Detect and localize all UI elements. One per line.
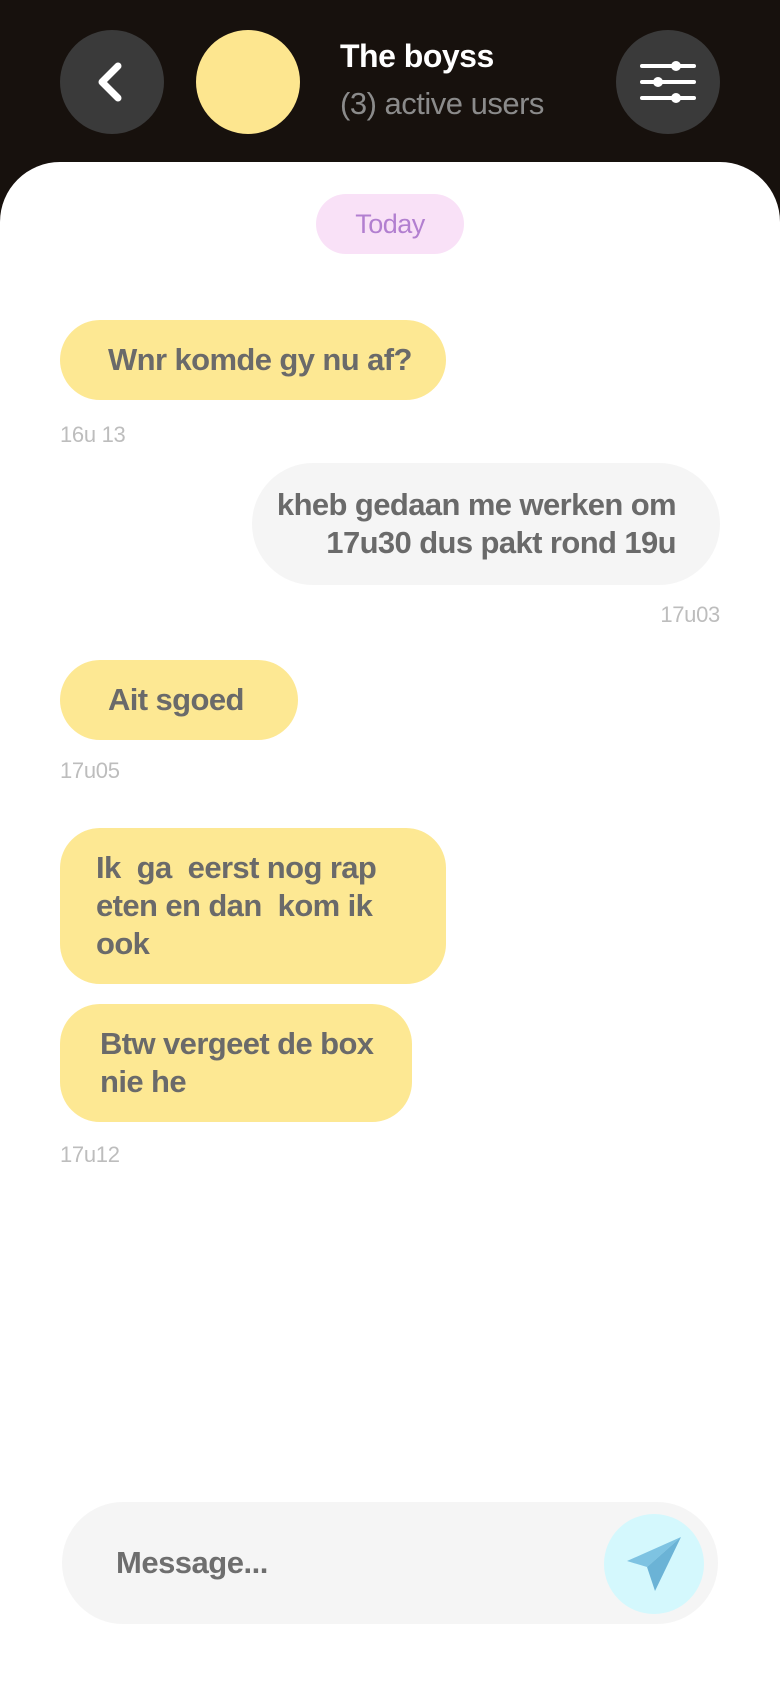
message-thread[interactable]: Today Wnr komde gy nu af? 16u 13 kheb ge… <box>0 162 780 1688</box>
message-text: Wnr komde gy nu af? <box>108 342 412 377</box>
group-avatar[interactable] <box>196 30 300 134</box>
message-bubble-outgoing[interactable]: kheb gedaan me werken om 17u30 dus pakt … <box>252 463 720 585</box>
message-timestamp: 16u 13 <box>60 422 126 447</box>
message-bubble-incoming[interactable]: Btw vergeet de box nie he <box>60 1004 412 1122</box>
active-users-count: (3) active users <box>340 86 544 121</box>
message-timestamp: 17u12 <box>60 1142 120 1167</box>
back-button[interactable] <box>60 30 164 134</box>
message-text: kheb gedaan me werken om 17u30 dus pakt … <box>276 487 677 560</box>
paper-plane-icon <box>627 1537 681 1591</box>
message-bubble-incoming[interactable]: Wnr komde gy nu af? <box>60 320 446 400</box>
sliders-icon <box>640 61 696 103</box>
message-text: Ait sgoed <box>108 682 244 717</box>
message-input[interactable] <box>116 1502 556 1624</box>
date-separator: Today <box>316 194 464 254</box>
group-name: The boyss <box>340 38 494 74</box>
chevron-left-icon <box>98 62 122 102</box>
chat-screen: The boyss (3) active users Today Wnr kom… <box>0 0 780 1688</box>
message-bubble-incoming[interactable]: Ait sgoed <box>60 660 298 740</box>
send-button[interactable] <box>604 1514 704 1614</box>
message-text: Ik ga eerst nog rap eten en dan kom ik o… <box>96 850 385 961</box>
message-text: Btw vergeet de box nie he <box>100 1026 374 1099</box>
settings-button[interactable] <box>616 30 720 134</box>
chat-header: The boyss (3) active users <box>0 0 780 175</box>
message-timestamp: 17u05 <box>60 758 120 783</box>
message-timestamp: 17u03 <box>660 602 720 627</box>
message-composer <box>62 1502 718 1624</box>
message-bubble-incoming[interactable]: Ik ga eerst nog rap eten en dan kom ik o… <box>60 828 446 984</box>
